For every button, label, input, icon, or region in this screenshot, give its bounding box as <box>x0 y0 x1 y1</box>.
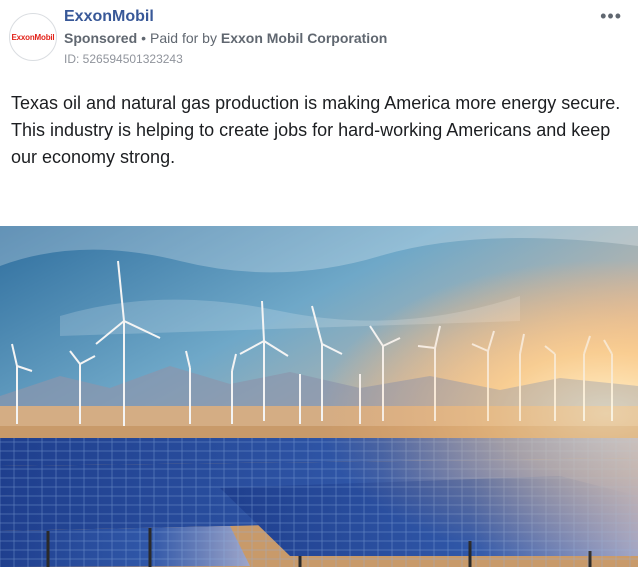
sponsor-line: Sponsored • Paid for by Exxon Mobil Corpor… <box>64 30 387 46</box>
ad-id: ID: 526594501323243 <box>64 52 183 66</box>
page-name-link[interactable]: ExxonMobil <box>64 8 154 26</box>
ad-image[interactable] <box>0 226 638 567</box>
exxonmobil-logo: ExxonMobil <box>11 32 55 42</box>
paid-for-prefix: Paid for by <box>150 30 217 46</box>
post-body-text: Texas oil and natural gas production is … <box>11 93 621 167</box>
paid-for-by: Exxon Mobil Corporation <box>220 30 388 46</box>
page-avatar[interactable]: ExxonMobil <box>9 13 57 61</box>
more-options-icon[interactable]: ••• <box>600 6 622 27</box>
ad-header: ExxonMobil ExxonMobil Sponsored • Paid for… <box>0 0 638 80</box>
sponsored-label: Sponsored <box>64 30 138 46</box>
separator-dot: • <box>141 30 147 46</box>
